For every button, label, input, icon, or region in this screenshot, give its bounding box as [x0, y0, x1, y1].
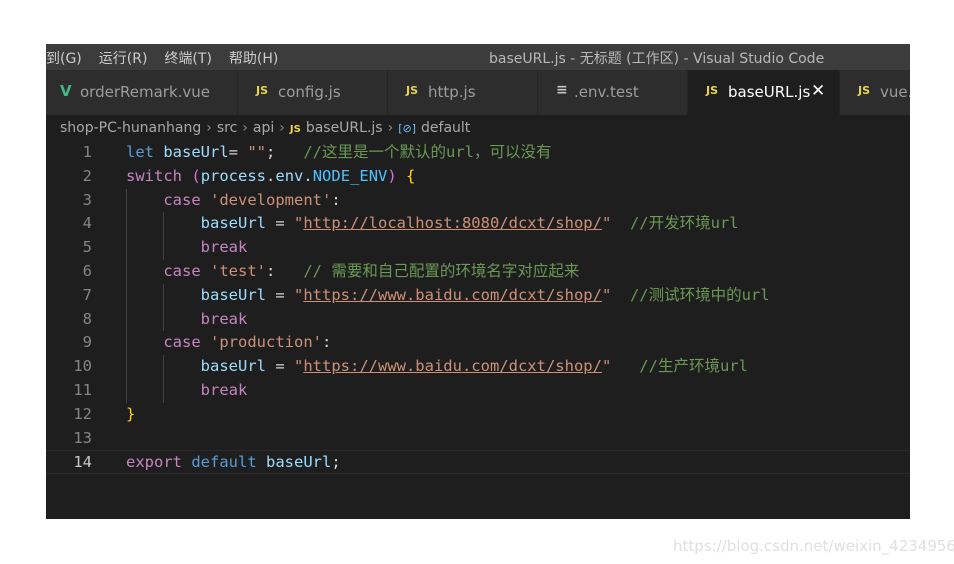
menu-bar: 到(G) 运行(R) 终端(T) 帮助(H) — [46, 48, 295, 68]
code-line[interactable]: 8 break — [46, 307, 910, 332]
code-text: let baseUrl= ""; //这里是一个默认的url，可以没有 — [126, 143, 552, 161]
tab-label: baseURL.js — [728, 83, 811, 101]
code-line[interactable]: 10 baseUrl = "https://www.baidu.com/dcxt… — [46, 355, 910, 379]
breadcrumb-item-src[interactable]: src — [217, 120, 237, 136]
line-number: 1 — [82, 143, 92, 161]
tab-config-js[interactable]: JS config.js — [238, 70, 388, 115]
tab-orderremark-vue[interactable]: V orderRemark.vue — [46, 70, 238, 115]
code-line[interactable]: 6 case 'test': // 需要和自己配置的环境名字对应起来 — [46, 259, 910, 284]
code-line[interactable]: 5 break — [46, 236, 910, 260]
window-title: baseURL.js - 无标题 (工作区) - Visual Studio C… — [489, 51, 825, 67]
js-file-icon: JS — [406, 84, 419, 97]
code-line[interactable]: 12} — [46, 403, 910, 427]
chevron-right-icon: › — [279, 120, 285, 136]
breadcrumb-item-api[interactable]: api — [253, 120, 274, 136]
line-number: 2 — [82, 166, 92, 185]
js-file-icon: JS — [858, 84, 871, 97]
title-bar: 到(G) 运行(R) 终端(T) 帮助(H) baseURL.js - 无标题 (工作… — [46, 44, 910, 70]
breadcrumb: shop-PC-hunanhang › src › api › JS baseURL.js ›[… — [60, 120, 470, 136]
line-number: 4 — [82, 214, 92, 233]
code-line[interactable]: 3 case 'development': — [46, 188, 910, 213]
watermark: https://blog.csdn.net/weixin_42349568 — [673, 537, 954, 555]
code-text: break — [200, 380, 248, 399]
symbol-variable-icon: [⊘] — [398, 122, 417, 135]
tab-baseurl-js[interactable]: JS baseURL.js ✕ — [688, 70, 840, 115]
line-number: 9 — [82, 333, 92, 352]
line-number: 12 — [73, 404, 92, 423]
menu-item-run[interactable]: 运行(R) — [99, 51, 148, 67]
code-line[interactable]: 9 case 'production': — [46, 331, 910, 356]
tab-label: http.js — [428, 83, 476, 101]
code-line[interactable]: 14 export default baseUrl; — [46, 450, 910, 475]
menu-item-goto[interactable]: 到(G) — [46, 51, 82, 67]
line-number: 6 — [82, 261, 92, 280]
close-icon[interactable]: ✕ — [811, 81, 825, 101]
code-text: break — [200, 309, 248, 328]
js-file-icon: JS — [706, 84, 719, 97]
tab-env-test[interactable]: ≡ .env.test — [538, 70, 688, 115]
breadcrumb-item-project[interactable]: shop-PC-hunanhang — [60, 120, 201, 136]
line-number: 13 — [73, 428, 92, 447]
line-number: 8 — [82, 309, 92, 328]
menu-item-terminal[interactable]: 终端(T) — [164, 51, 211, 67]
chevron-right-icon: › — [387, 120, 394, 136]
breadcrumb-item-symbol[interactable]: default — [421, 120, 470, 136]
code-text: case 'development': — [163, 190, 341, 209]
tab-label: vue. — [880, 83, 910, 101]
tab-bar: V orderRemark.vue JS config.js JS http.j… — [46, 70, 910, 115]
code-text: baseUrl = "http://localhost:8080/dcxt/sh… — [200, 214, 739, 233]
line-number: 14 — [73, 453, 92, 472]
line-number: 7 — [82, 285, 92, 304]
tab-label: .env.test — [574, 83, 639, 101]
code-editor[interactable]: 1 let baseUrl= ""; //这里是一个默认的url，可以没有 2 swi… — [46, 141, 910, 475]
menu-item-help[interactable]: 帮助(H) — [229, 51, 278, 67]
code-line[interactable]: 1 let baseUrl= ""; //这里是一个默认的url，可以没有 — [46, 141, 910, 165]
code-line[interactable]: 7 baseUrl = "https://www.baidu.com/dcxt/… — [46, 283, 910, 308]
line-number: 5 — [82, 238, 92, 257]
code-line[interactable]: 2 switch (process.env.NODE_ENV) { — [46, 165, 910, 189]
line-number: 10 — [73, 357, 92, 376]
chevron-right-icon: › — [206, 120, 212, 136]
vue-icon: V — [60, 82, 72, 100]
code-text: switch (process.env.NODE_ENV) { — [126, 166, 416, 185]
line-number: 11 — [73, 380, 92, 399]
breadcrumb-item-file[interactable]: baseURL.js — [306, 120, 383, 136]
js-file-icon: JS — [289, 124, 301, 135]
code-text: break — [200, 238, 248, 257]
tab-label: orderRemark.vue — [80, 83, 211, 101]
code-text: export default baseUrl; — [126, 453, 341, 472]
lines-icon: ≡ — [556, 82, 568, 98]
tab-vue-config[interactable]: JS vue. — [840, 70, 910, 115]
line-number: 3 — [82, 190, 92, 209]
code-line[interactable]: 11 break — [46, 378, 910, 403]
tab-label: config.js — [278, 83, 341, 101]
code-text: } — [126, 404, 136, 423]
code-text: baseUrl = "https://www.baidu.com/dcxt/sh… — [200, 357, 748, 376]
code-text: case 'production': — [163, 333, 332, 352]
chevron-right-icon: › — [242, 120, 248, 136]
tab-http-js[interactable]: JS http.js — [388, 70, 538, 115]
code-text: case 'test': // 需要和自己配置的环境名字对应起来 — [163, 261, 580, 280]
vscode-window: 到(G) 运行(R) 终端(T) 帮助(H) baseURL.js - 无标题 (工作… — [46, 44, 910, 519]
code-line[interactable]: 4 baseUrl = "http://localhost:8080/dcxt/… — [46, 212, 910, 237]
code-line[interactable]: 13 — [46, 427, 910, 451]
code-text: baseUrl = "https://www.baidu.com/dcxt/sh… — [200, 285, 770, 304]
js-file-icon: JS — [256, 84, 269, 97]
